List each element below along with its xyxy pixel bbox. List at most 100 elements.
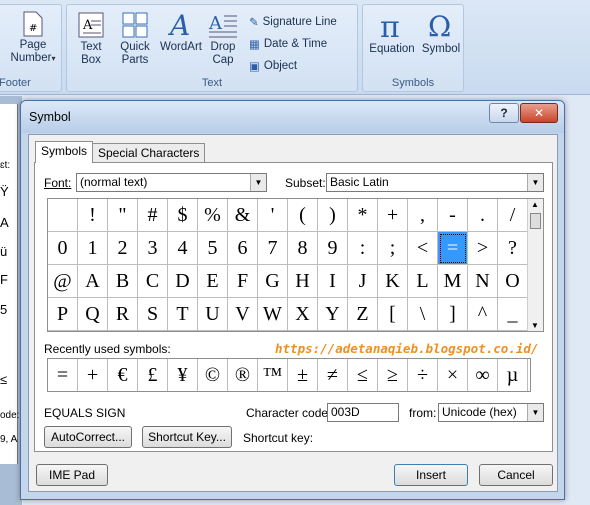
symbol-cell[interactable]: @ [48, 265, 78, 298]
object-button[interactable]: ▣ Object [249, 59, 297, 73]
symbol-cell[interactable]: 5 [198, 232, 228, 265]
scrollbar-thumb[interactable] [530, 213, 541, 229]
recent-symbol-cell[interactable]: ® [228, 359, 258, 391]
tab-symbols[interactable]: Symbols [35, 141, 94, 163]
symbol-cell[interactable]: [ [378, 298, 408, 331]
symbol-cell[interactable]: E [198, 265, 228, 298]
recent-symbol-cell[interactable]: µ [498, 359, 528, 391]
symbol-cell[interactable]: $ [168, 199, 198, 232]
symbol-cell[interactable] [48, 199, 78, 232]
text-box-button[interactable]: A Text Box [71, 11, 111, 67]
recent-symbol-cell[interactable]: ≠ [318, 359, 348, 391]
symbol-cell[interactable]: W [258, 298, 288, 331]
recent-symbol-cell[interactable]: + [78, 359, 108, 391]
symbol-cell[interactable]: 4 [168, 232, 198, 265]
recent-symbol-cell[interactable]: ± [288, 359, 318, 391]
recent-symbol-cell[interactable]: £ [138, 359, 168, 391]
font-select[interactable]: (normal text) ▼ [76, 173, 267, 192]
symbol-cell[interactable]: Y [318, 298, 348, 331]
character-code-input[interactable]: 003D [327, 403, 399, 422]
symbol-cell[interactable]: 9 [318, 232, 348, 265]
symbol-cell[interactable]: 1 [78, 232, 108, 265]
symbol-cell[interactable]: & [228, 199, 258, 232]
symbol-cell[interactable]: 0 [48, 232, 78, 265]
symbol-cell[interactable]: L [408, 265, 438, 298]
symbol-cell[interactable]: ) [318, 199, 348, 232]
scroll-up-icon[interactable]: ▲ [531, 200, 539, 209]
symbol-cell[interactable]: _ [498, 298, 528, 331]
symbol-cell[interactable]: ' [258, 199, 288, 232]
quick-parts-button[interactable]: Quick Parts [113, 11, 157, 67]
recent-symbol-cell[interactable]: ÷ [408, 359, 438, 391]
symbol-cell[interactable]: 3 [138, 232, 168, 265]
recent-symbol-cell[interactable]: ≥ [378, 359, 408, 391]
autocorrect-button[interactable]: AutoCorrect... [44, 426, 132, 448]
symbol-cell[interactable]: U [198, 298, 228, 331]
symbol-cell[interactable]: Z [348, 298, 378, 331]
from-select[interactable]: Unicode (hex) ▼ [438, 403, 544, 422]
insert-button[interactable]: Insert [394, 464, 468, 486]
symbol-cell[interactable]: H [288, 265, 318, 298]
symbol-cell[interactable]: N [468, 265, 498, 298]
symbol-cell[interactable]: S [138, 298, 168, 331]
symbol-cell[interactable]: < [408, 232, 438, 265]
recent-symbol-cell[interactable]: ™ [258, 359, 288, 391]
symbol-cell[interactable]: 6 [228, 232, 258, 265]
symbol-cell[interactable]: ; [378, 232, 408, 265]
symbol-cell[interactable]: # [138, 199, 168, 232]
symbol-cell[interactable]: > [468, 232, 498, 265]
shortcut-key-button[interactable]: Shortcut Key... [142, 426, 232, 448]
symbol-cell[interactable]: B [108, 265, 138, 298]
vertical-scrollbar[interactable]: ▲ ▼ [527, 199, 543, 331]
ime-pad-button[interactable]: IME Pad [36, 464, 108, 486]
recent-symbol-cell[interactable]: © [198, 359, 228, 391]
symbol-cell[interactable]: 7 [258, 232, 288, 265]
symbol-cell[interactable]: O [498, 265, 528, 298]
drop-cap-button[interactable]: A Drop Cap [205, 11, 241, 67]
symbol-cell[interactable]: / [498, 199, 528, 232]
symbol-cell[interactable]: - [438, 199, 468, 232]
symbol-cell[interactable]: Q [78, 298, 108, 331]
symbol-cell[interactable]: ( [288, 199, 318, 232]
symbol-cell[interactable]: K [378, 265, 408, 298]
symbol-cell[interactable]: R [108, 298, 138, 331]
page-number-button[interactable]: # Page Number▾ [3, 11, 63, 65]
cancel-button[interactable]: Cancel [479, 464, 553, 486]
symbol-cell[interactable]: G [258, 265, 288, 298]
symbol-cell[interactable]: T [168, 298, 198, 331]
close-button[interactable]: ✕ [520, 103, 558, 123]
scroll-down-icon[interactable]: ▼ [531, 321, 539, 330]
symbol-cell[interactable]: ] [438, 298, 468, 331]
symbol-button[interactable]: Ω Symbol [419, 11, 463, 56]
symbol-cell[interactable]: A [78, 265, 108, 298]
recent-symbol-cell[interactable]: × [438, 359, 468, 391]
recent-symbol-cell[interactable]: = [48, 359, 78, 391]
signature-line-button[interactable]: ✎ Signature Line [249, 15, 337, 29]
symbol-cell[interactable]: ! [78, 199, 108, 232]
wordart-button[interactable]: A WordArt [157, 11, 205, 54]
symbol-cell[interactable]: . [468, 199, 498, 232]
symbol-cell[interactable]: D [168, 265, 198, 298]
recent-symbol-cell[interactable]: ∞ [468, 359, 498, 391]
symbol-cell[interactable]: F [228, 265, 258, 298]
symbol-cell[interactable]: * [348, 199, 378, 232]
tab-special-characters[interactable]: Special Characters [92, 143, 206, 163]
symbol-cell[interactable]: C [138, 265, 168, 298]
symbol-cell[interactable]: 8 [288, 232, 318, 265]
recent-symbol-cell[interactable]: € [108, 359, 138, 391]
symbol-cell[interactable]: X [288, 298, 318, 331]
symbol-cell[interactable]: P [48, 298, 78, 331]
symbol-cell[interactable]: + [378, 199, 408, 232]
recent-symbol-cell[interactable]: ≤ [348, 359, 378, 391]
help-button[interactable]: ? [489, 103, 519, 123]
symbol-cell[interactable]: , [408, 199, 438, 232]
symbol-cell[interactable]: % [198, 199, 228, 232]
symbol-cell[interactable]: \ [408, 298, 438, 331]
symbol-cell[interactable]: 2 [108, 232, 138, 265]
equation-button[interactable]: π Equation [365, 11, 419, 56]
symbol-cell[interactable]: I [318, 265, 348, 298]
subset-select[interactable]: Basic Latin ▼ [326, 173, 544, 192]
symbol-cell[interactable]: J [348, 265, 378, 298]
dialog-titlebar[interactable]: Symbol ? ✕ [21, 101, 564, 133]
symbol-cell[interactable]: : [348, 232, 378, 265]
